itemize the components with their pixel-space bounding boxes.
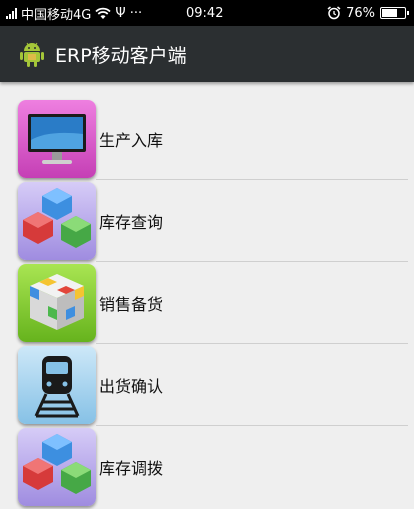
app-title: ERP移动客户端 xyxy=(55,44,187,67)
train-icon xyxy=(18,346,96,424)
status-extra: Ψ ··· xyxy=(115,5,143,21)
status-bar: 中国移动4G Ψ ··· 09:42 76% xyxy=(0,0,414,26)
menu-label: 库存调拨 xyxy=(99,459,164,478)
monitor-icon xyxy=(18,100,96,178)
menu-item-production-inbound[interactable]: 生产入库 xyxy=(0,98,414,180)
menu-item-inventory-transfer[interactable]: 库存调拨 xyxy=(0,426,414,508)
rubiks-cube-icon xyxy=(18,264,96,342)
cubes-icon xyxy=(18,182,96,260)
cubes-icon xyxy=(18,428,96,506)
menu-label: 销售备货 xyxy=(99,295,164,314)
clock-text: 09:42 xyxy=(186,5,224,21)
menu-item-shipment-confirm[interactable]: 出货确认 xyxy=(0,344,414,426)
battery-text: 76% xyxy=(346,5,375,21)
battery-icon xyxy=(380,7,409,19)
menu-label: 生产入库 xyxy=(99,131,164,150)
status-right: 76% xyxy=(327,0,409,26)
status-left: 中国移动4G Ψ ··· xyxy=(6,0,142,26)
menu-label: 出货确认 xyxy=(99,377,164,396)
menu-item-inventory-query[interactable]: 库存查询 xyxy=(0,180,414,262)
android-icon[interactable] xyxy=(18,40,46,68)
menu-list: 生产入库 库存查询 销售备货 出货确认 库存调拨 xyxy=(0,98,414,508)
action-bar: ERP移动客户端 xyxy=(0,26,414,82)
battery-fill xyxy=(382,9,398,17)
alarm-icon xyxy=(327,6,341,20)
wifi-icon xyxy=(95,7,111,19)
carrier-text: 中国移动4G xyxy=(21,7,92,23)
menu-item-sales-stocking[interactable]: 销售备货 xyxy=(0,262,414,344)
menu-label: 库存查询 xyxy=(99,213,164,232)
signal-icon xyxy=(6,7,17,19)
